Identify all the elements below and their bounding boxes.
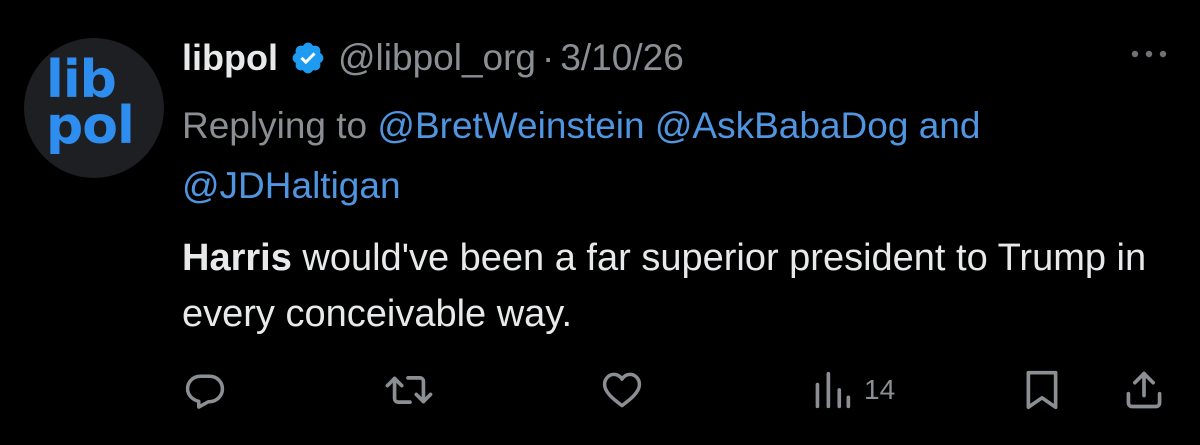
more-icon[interactable] — [1126, 42, 1172, 66]
verified-badge-icon[interactable] — [290, 40, 326, 76]
tweet-text-rest: would've been a far superior president t… — [182, 237, 1147, 335]
tweet-header: libpol @libpol_org · 3/10/26 — [182, 30, 684, 86]
header-separator: · — [542, 37, 555, 78]
views-count: 14 — [864, 374, 896, 405]
like-icon — [602, 372, 642, 408]
tweet[interactable]: lib pol libpol @libpol_org · 3/10/26 Rep… — [0, 0, 1200, 445]
avatar[interactable]: lib pol — [24, 38, 164, 178]
retweet-button[interactable] — [384, 362, 434, 418]
mention-link[interactable]: @BretWeinstein — [377, 105, 644, 146]
replying-to-label: Replying to — [182, 105, 368, 146]
replying-to-line: Replying to @BretWeinstein @AskBabaDog a… — [182, 96, 1172, 216]
bookmark-icon — [1026, 370, 1058, 410]
action-bar: 14 — [0, 362, 1200, 418]
share-button[interactable] — [1122, 362, 1166, 418]
reply-button[interactable] — [183, 362, 227, 418]
share-icon — [1126, 371, 1162, 409]
tweet-text: Harris would've been a far superior pres… — [182, 230, 1172, 342]
mention-link[interactable]: @JDHaltigan — [182, 165, 401, 206]
replying-to-conjunction: and — [918, 105, 981, 146]
tweet-text-bold: Harris — [182, 237, 292, 279]
user-handle[interactable]: @libpol_org — [338, 37, 536, 79]
bookmark-button[interactable] — [1022, 362, 1062, 418]
mention-link[interactable]: @AskBabaDog — [655, 105, 909, 146]
retweet-icon — [385, 376, 433, 404]
avatar-logo-line-2: pol — [46, 96, 135, 156]
like-button[interactable] — [600, 362, 644, 418]
reply-icon — [185, 374, 225, 409]
display-name[interactable]: libpol — [182, 37, 278, 79]
tweet-date[interactable]: 3/10/26 — [560, 37, 683, 79]
views-button[interactable]: 14 — [812, 362, 895, 418]
views-icon — [815, 371, 851, 409]
